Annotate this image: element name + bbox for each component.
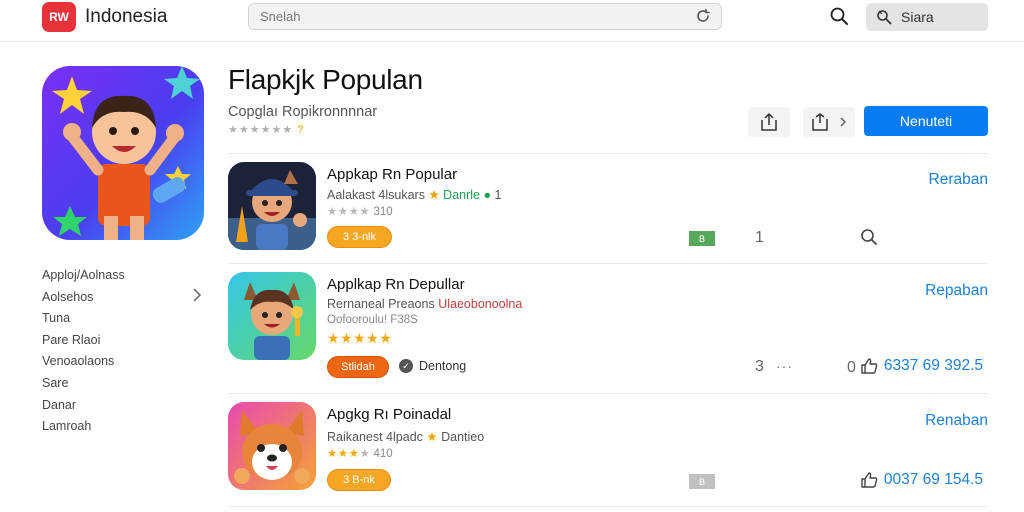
get-button[interactable]: 3 B-nk [327, 469, 391, 491]
app-developer: Rernaneal Preaons [327, 297, 435, 311]
rating-stars: ★★★ [327, 448, 360, 460]
search-icon[interactable] [829, 6, 849, 31]
status-badge: B [689, 474, 715, 489]
row-count: 3 [755, 358, 764, 375]
rating-stars-row: ★★★★★★ [228, 124, 294, 136]
sidebar-item-label: Lamroah [42, 419, 92, 434]
open-link[interactable]: Renaban [925, 412, 988, 430]
refresh-icon[interactable] [695, 8, 711, 29]
brand-name: Indonesia [85, 6, 168, 27]
app-rating: ★★★★ 410 [327, 446, 393, 460]
list-item[interactable]: Apgkg Rı Poinadal Raikanest 4lpadc ★ Dan… [228, 394, 988, 512]
sidebar-item-label: Aolsehos [42, 289, 94, 304]
star-icon: ★ [426, 430, 438, 444]
rating-end: ? [297, 124, 305, 136]
sidebar-item[interactable]: Pare Rlaoi [42, 331, 206, 353]
sidebar-item[interactable]: Aolsehos [42, 288, 206, 310]
app-developer: Raikanest 4lpadc [327, 430, 423, 444]
star-icon: ★ [428, 188, 440, 202]
featured-app-icon[interactable] [42, 66, 204, 240]
open-link[interactable]: Repaban [925, 282, 988, 300]
top-bar: RW Indonesia Siara [0, 0, 1024, 42]
app-developer: Aalakast 4lsukars [327, 188, 425, 202]
more-icon[interactable]: ··· [776, 358, 793, 374]
open-link[interactable]: Reraban [929, 171, 988, 189]
app-tag: Ulaeobonoolna [438, 297, 523, 311]
sidebar-item-label: Pare Rlaoi [42, 332, 101, 347]
add-to-list-icon [812, 113, 828, 131]
share-button[interactable]: Siara [866, 3, 988, 31]
share-action-button[interactable] [748, 107, 790, 137]
sidebar-item[interactable]: Venoaolaons [42, 352, 206, 374]
search-input[interactable] [260, 9, 680, 24]
rating-stars: ★★★★★★ ? [228, 123, 304, 136]
app-count: 1 [494, 188, 502, 202]
verified-badge: ✓ Dentong [399, 359, 466, 373]
app-rating: ★★★★ 310 [327, 204, 393, 218]
get-button[interactable]: 3 3-nlk [327, 226, 392, 248]
like-count: 0 [847, 359, 856, 376]
status-badge: B [689, 231, 715, 246]
sidebar-item[interactable]: Apploj/Aolnass [42, 266, 206, 288]
share-icon [877, 10, 892, 25]
app-name[interactable]: Appkap Rn Popular [327, 166, 457, 183]
app-tag: Dantieo [441, 430, 485, 444]
rating-stars: ★★★★★ [327, 330, 393, 346]
sidebar-item-label: Sare [42, 375, 69, 390]
sidebar-item[interactable]: Tuna [42, 309, 206, 331]
app-logo: RW [42, 2, 76, 32]
sidebar-item-label: Apploj/Aolnass [42, 268, 125, 282]
list-item[interactable]: Appkap Rn Popular Aalakast 4lsukars ★ Da… [228, 154, 988, 272]
sidebar: Apploj/Aolnass Aolsehos Tuna Pare Rlaoi … [42, 266, 206, 439]
page-subtitle: Copglaı Ropikronnnnar [228, 104, 378, 120]
app-subtitle: Raikanest 4lpadc ★ Dantieo [327, 429, 484, 444]
verified-label: Dentong [419, 359, 467, 373]
thumbs-up-icon[interactable] [860, 471, 878, 494]
search-icon[interactable] [860, 228, 878, 251]
primary-button[interactable]: Nenuteti [864, 106, 988, 136]
sidebar-item-label: Tuna [42, 311, 71, 326]
app-icon[interactable] [228, 402, 316, 490]
app-subtitle: Rernaneal Preaons Ulaeobonoolna [327, 297, 522, 311]
rating-count: 310 [373, 206, 393, 218]
list-item[interactable]: Applkap Rn Depullar Rernaneal Preaons Ul… [228, 264, 988, 382]
thumbs-up-icon[interactable] [860, 357, 878, 380]
app-rating: ★★★★★ [327, 330, 392, 347]
share-label: Siara [901, 9, 934, 25]
app-tag: Danrle [443, 188, 480, 202]
row-count: 1 [755, 229, 764, 246]
chevron-right-icon [840, 117, 846, 127]
price: 0037 69 154.5 [883, 471, 983, 488]
price: 6337 69 392.5 [883, 357, 983, 374]
share-icon [761, 113, 777, 131]
app-subtitle: Aalakast 4lsukars ★ Danrle ● 1 [327, 187, 501, 202]
more-action-button[interactable] [803, 107, 855, 137]
app-name[interactable]: Apgkg Rı Poinadal [327, 406, 451, 423]
sidebar-item[interactable]: Lamroah [42, 417, 206, 439]
app-icon[interactable] [228, 162, 316, 250]
app-meta: Oofooroulu! F38S [327, 314, 418, 326]
sidebar-item[interactable]: Sare [42, 374, 206, 396]
brand[interactable]: RW Indonesia [42, 2, 167, 32]
search-bar[interactable] [248, 3, 722, 30]
page-title: Flapkjk Populan [228, 64, 423, 95]
sidebar-item-label: Danar [42, 397, 77, 412]
status-dot-icon: ● [479, 188, 492, 202]
divider [228, 506, 988, 507]
app-name[interactable]: Applkap Rn Depullar [327, 276, 465, 293]
app-icon[interactable] [228, 272, 316, 360]
rating-stars-empty: ★ [359, 448, 371, 460]
check-icon: ✓ [399, 359, 413, 373]
sidebar-item[interactable]: Danar [42, 396, 206, 418]
rating-count: 410 [373, 448, 393, 460]
sidebar-item-label: Venoaolaons [42, 354, 115, 369]
rating-stars: ★★★★ [327, 206, 371, 218]
chevron-right-icon [192, 288, 202, 307]
get-button[interactable]: Stlidah [327, 356, 389, 378]
